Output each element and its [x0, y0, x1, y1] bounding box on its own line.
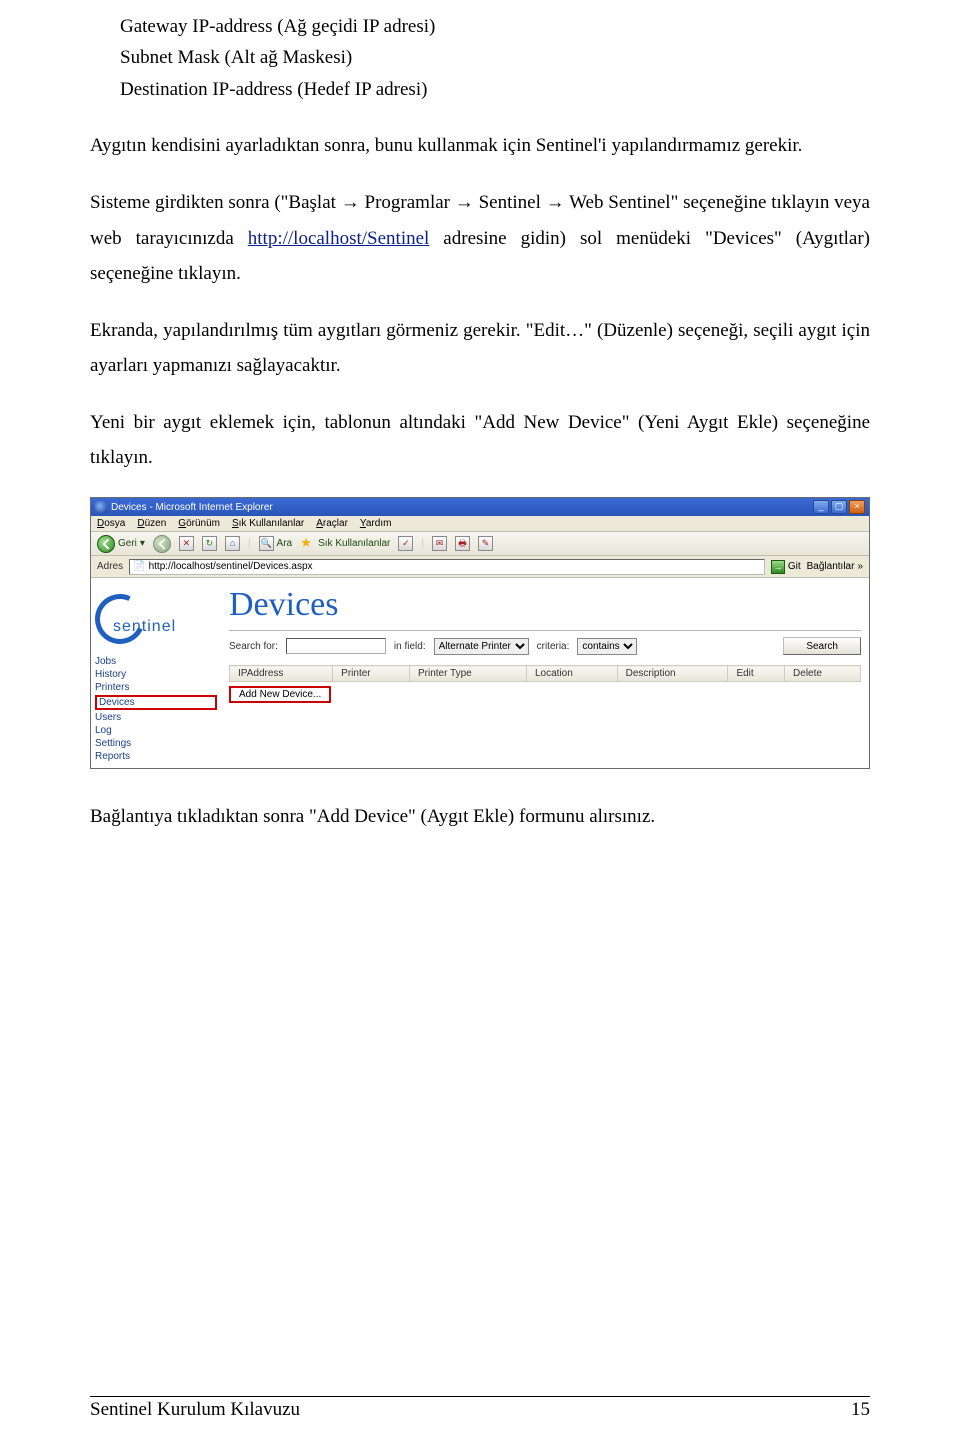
forward-button[interactable] [153, 535, 171, 553]
browser-screenshot: Devices - Microsoft Internet Explorer _ … [90, 497, 870, 769]
search-row: Search for: in field: Alternate Printer … [229, 637, 861, 655]
footer: Sentinel Kurulum Kılavuzu 15 [90, 1399, 870, 1421]
stop-button[interactable]: ✕ [179, 536, 194, 551]
search-icon: 🔍 [259, 536, 274, 551]
print-button[interactable]: 🖶 [455, 536, 470, 551]
menu-edit[interactable]: Düzen [137, 518, 166, 529]
favorites-label: Sık Kullanılanlar [318, 538, 390, 549]
logo-text: sentinel [113, 618, 176, 636]
col-printer[interactable]: Printer [333, 666, 410, 682]
col-ipaddress[interactable]: IPAddress [230, 666, 333, 682]
address-bar: Adres 📄 http://localhost/sentinel/Device… [91, 556, 869, 578]
paragraph-config: Aygıtın kendisini ayarladıktan sonra, bu… [90, 128, 870, 163]
footer-page-number: 15 [851, 1399, 870, 1421]
table-header-row: IPAddress Printer Printer Type Location … [230, 666, 861, 682]
nav-reports[interactable]: Reports [95, 751, 217, 762]
toolbar-divider-2: | [421, 538, 424, 549]
col-description[interactable]: Description [617, 666, 728, 682]
search-for-input[interactable] [286, 638, 386, 654]
nav-users[interactable]: Users [95, 712, 217, 723]
paragraph-edit: Ekranda, yapılandırılmış tüm aygıtları g… [90, 313, 870, 383]
back-button[interactable]: Geri ▾ [97, 535, 145, 553]
col-delete[interactable]: Delete [785, 666, 861, 682]
menu-bar: Dosya Düzen Görünüm Sık Kullanılanlar Ar… [91, 516, 869, 532]
home-button[interactable]: ⌂ [225, 536, 240, 551]
nav-jobs[interactable]: Jobs [95, 656, 217, 667]
address-input[interactable]: 📄 http://localhost/sentinel/Devices.aspx [129, 559, 765, 575]
window-controls: _ ▢ × [813, 500, 865, 514]
nav-printers[interactable]: Printers [95, 682, 217, 693]
page-heading: Devices [229, 586, 861, 631]
window-title-bar: Devices - Microsoft Internet Explorer _ … [91, 498, 869, 516]
maximize-button[interactable]: ▢ [831, 500, 847, 514]
logo: sentinel [95, 594, 217, 644]
links-button[interactable]: Bağlantılar » [807, 561, 863, 572]
bullet-3: Destination IP-address (Hedef IP adresi) [120, 75, 870, 104]
close-button[interactable]: × [849, 500, 865, 514]
main-panel: Devices Search for: in field: Alternate … [221, 578, 869, 768]
paragraph-adddevice: Bağlantıya tıkladıktan sonra "Add Device… [90, 799, 870, 834]
devices-table: IPAddress Printer Printer Type Location … [229, 665, 861, 682]
nav-devices[interactable]: Devices [95, 695, 217, 710]
address-url: http://localhost/sentinel/Devices.aspx [149, 561, 313, 572]
back-dropdown-icon: ▾ [140, 538, 145, 549]
toolbar-divider: | [248, 538, 251, 549]
refresh-button[interactable]: ↻ [202, 536, 217, 551]
bullet-2: Subnet Mask (Alt ağ Maskesi) [120, 43, 870, 72]
nav-log[interactable]: Log [95, 725, 217, 736]
back-label: Geri [118, 538, 137, 549]
nav-history[interactable]: History [95, 669, 217, 680]
col-printertype[interactable]: Printer Type [409, 666, 526, 682]
col-location[interactable]: Location [526, 666, 617, 682]
menu-tools[interactable]: Araçlar [316, 518, 348, 529]
search-toolbar-button[interactable]: 🔍 Ara [259, 536, 293, 551]
links-chevron-icon: » [857, 561, 863, 572]
footer-rule [90, 1396, 870, 1397]
in-field-select[interactable]: Alternate Printer [434, 638, 529, 655]
footer-title: Sentinel Kurulum Kılavuzu [90, 1399, 300, 1421]
minimize-button[interactable]: _ [813, 500, 829, 514]
paragraph-addnew: Yeni bir aygıt eklemek için, tablonun al… [90, 405, 870, 475]
add-row: Add New Device... [229, 686, 861, 703]
criteria-select[interactable]: contains [577, 638, 637, 655]
nav-settings[interactable]: Settings [95, 738, 217, 749]
history-button[interactable]: ✓ [398, 536, 413, 551]
menu-favorites[interactable]: Sık Kullanılanlar [232, 518, 304, 529]
add-new-device-button[interactable]: Add New Device... [229, 686, 331, 703]
links-label: Bağlantılar [807, 561, 855, 572]
criteria-label: criteria: [537, 641, 570, 652]
bullet-1: Gateway IP-address (Ağ geçidi IP adresi) [120, 12, 870, 41]
menu-file[interactable]: Dosya [97, 518, 125, 529]
page-icon: 📄 [133, 561, 145, 572]
nav-menu: Jobs History Printers Devices Users Log … [95, 656, 217, 762]
menu-help[interactable]: Yardım [360, 518, 392, 529]
mail-button[interactable]: ✉ [432, 536, 447, 551]
search-button[interactable]: Search [783, 637, 861, 655]
go-label: Git [788, 561, 801, 572]
favorites-toolbar-button[interactable]: ★ Sık Kullanılanlar [300, 536, 390, 551]
search-for-label: Search for: [229, 641, 278, 652]
localhost-link[interactable]: http://localhost/Sentinel [248, 228, 430, 249]
bullet-block: Gateway IP-address (Ağ geçidi IP adresi)… [120, 12, 870, 104]
go-button[interactable]: → Git [771, 560, 801, 574]
app-icon [95, 501, 107, 513]
window-title: Devices - Microsoft Internet Explorer [111, 502, 273, 513]
back-icon [97, 535, 115, 553]
sidebar: sentinel Jobs History Printers Devices U… [91, 578, 221, 768]
menu-view[interactable]: Görünüm [178, 518, 220, 529]
page-content: sentinel Jobs History Printers Devices U… [91, 578, 869, 768]
star-icon: ★ [300, 536, 315, 551]
edit-button[interactable]: ✎ [478, 536, 493, 551]
paragraph-login: Sisteme girdikten sonra ("Başlat → Progr… [90, 185, 870, 290]
col-edit[interactable]: Edit [728, 666, 785, 682]
address-label: Adres [97, 561, 123, 572]
go-icon: → [771, 560, 785, 574]
in-field-label: in field: [394, 641, 426, 652]
search-label: Ara [277, 538, 293, 549]
toolbar: Geri ▾ ✕ ↻ ⌂ | 🔍 Ara ★ Sık Kullanılanlar… [91, 532, 869, 556]
